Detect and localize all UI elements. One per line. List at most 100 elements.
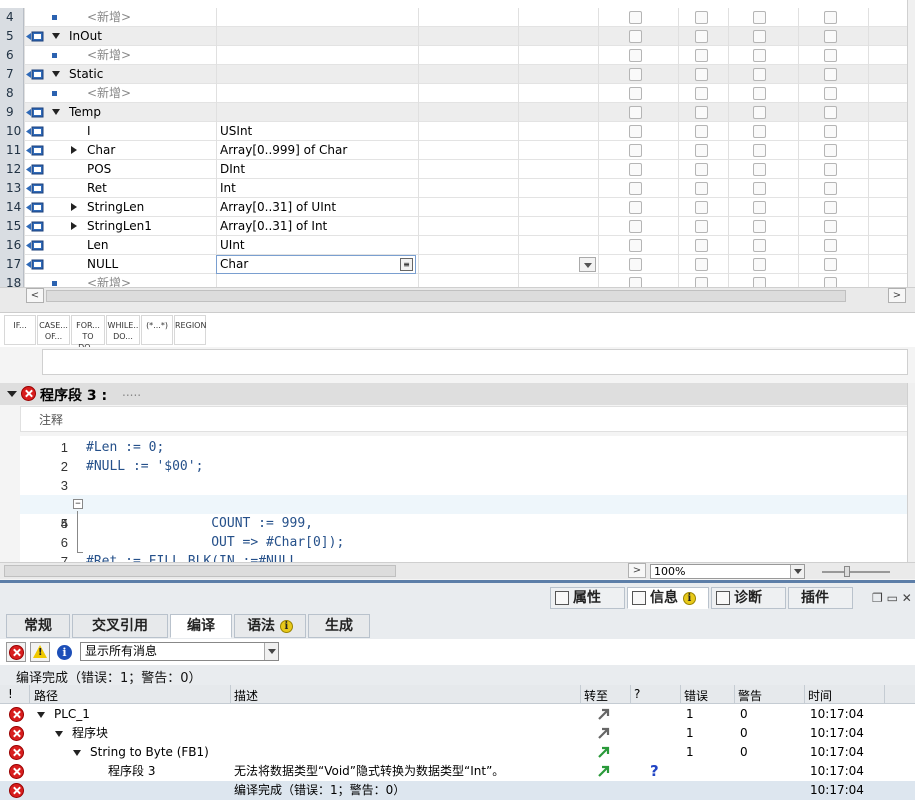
- row-checkbox[interactable]: [695, 258, 708, 271]
- variable-name[interactable]: Static: [69, 65, 103, 84]
- row-number[interactable]: 15: [0, 217, 24, 236]
- column-help[interactable]: ?: [634, 687, 640, 701]
- variable-row[interactable]: 17 NULL Char ≡: [0, 255, 908, 274]
- data-type-editor[interactable]: Char ≡: [216, 255, 416, 274]
- message-filter-select[interactable]: 显示所有消息: [80, 642, 279, 661]
- collapse-icon[interactable]: [52, 71, 60, 77]
- subtab-general[interactable]: 常规: [6, 614, 70, 638]
- variable-row[interactable]: 10 I USInt: [0, 122, 908, 141]
- row-number[interactable]: 17: [0, 255, 24, 274]
- for-button[interactable]: FOR... TO DO...: [71, 315, 105, 352]
- expand-icon[interactable]: [71, 222, 77, 230]
- variable-name[interactable]: StringLen1: [87, 217, 152, 236]
- data-type[interactable]: Array[0..31] of UInt: [220, 198, 336, 217]
- row-checkbox[interactable]: [824, 11, 837, 24]
- row-number[interactable]: 9: [0, 103, 24, 122]
- code-line[interactable]: 4 − #Ret := FILL_BLK(IN :=#NULL,: [20, 495, 908, 562]
- message-row[interactable]: 程序段 3 无法将数据类型“Void”隐式转换为数据类型“Int”。 ? 10:…: [0, 762, 915, 781]
- row-checkbox[interactable]: [695, 49, 708, 62]
- row-number[interactable]: 5: [0, 27, 24, 46]
- row-checkbox[interactable]: [629, 30, 642, 43]
- variable-name[interactable]: InOut: [69, 27, 102, 46]
- column-goto[interactable]: 转至: [584, 687, 608, 704]
- code-line[interactable]: 3: [20, 476, 908, 495]
- scroll-left-button[interactable]: <: [26, 288, 44, 303]
- row-checkbox[interactable]: [695, 30, 708, 43]
- filter-info-button[interactable]: i: [54, 642, 74, 662]
- variable-row[interactable]: 12 POS DInt: [0, 160, 908, 179]
- network-title[interactable]: 程序段 3 :: [40, 385, 107, 405]
- tab-plugins[interactable]: 插件: [788, 587, 853, 609]
- collapse-icon[interactable]: [7, 391, 17, 397]
- row-checkbox[interactable]: [753, 49, 766, 62]
- row-checkbox[interactable]: [824, 182, 837, 195]
- row-number[interactable]: 6: [0, 46, 24, 65]
- expand-icon[interactable]: [71, 146, 77, 154]
- editor-scroll-thumb[interactable]: [4, 565, 396, 577]
- row-checkbox[interactable]: [753, 87, 766, 100]
- row-checkbox[interactable]: [695, 87, 708, 100]
- row-checkbox[interactable]: [753, 163, 766, 176]
- collapse-icon[interactable]: [37, 712, 45, 718]
- variable-name[interactable]: Ret: [87, 179, 107, 198]
- code-line[interactable]: 5 COUNT := 999,: [20, 514, 908, 533]
- comment-block-button[interactable]: (*...*): [141, 315, 173, 345]
- window-controls-icon[interactable]: ❐ ▭ ✕: [872, 591, 912, 605]
- goto-arrow-icon[interactable]: [597, 726, 611, 740]
- row-checkbox[interactable]: [753, 182, 766, 195]
- row-number[interactable]: 11: [0, 141, 24, 160]
- column-time[interactable]: 时间: [808, 687, 832, 704]
- column-warnings[interactable]: 警告: [738, 687, 762, 704]
- vertical-scrollbar[interactable]: [907, 0, 915, 287]
- scl-code-editor[interactable]: 1 #Len := 0; 2 #NULL := '$00'; 3 4 − #Ret …: [20, 436, 908, 562]
- row-checkbox[interactable]: [629, 163, 642, 176]
- collapse-icon[interactable]: [73, 750, 81, 756]
- subtab-compile[interactable]: 编译: [170, 614, 232, 638]
- message-row[interactable]: String to Byte (FB1) 1 0 10:17:04: [0, 743, 915, 762]
- variable-row[interactable]: 8 <新增>: [0, 84, 908, 103]
- variable-row[interactable]: 7 Static: [0, 65, 908, 84]
- variable-row[interactable]: 14 StringLen Array[0..31] of UInt: [0, 198, 908, 217]
- row-checkbox[interactable]: [695, 182, 708, 195]
- zoom-slider-handle[interactable]: [844, 566, 850, 577]
- row-number[interactable]: 12: [0, 160, 24, 179]
- variable-row[interactable]: 18 <新增>: [0, 274, 908, 287]
- row-checkbox[interactable]: [753, 144, 766, 157]
- row-checkbox[interactable]: [753, 220, 766, 233]
- row-checkbox[interactable]: [629, 11, 642, 24]
- expand-icon[interactable]: [71, 203, 77, 211]
- row-checkbox[interactable]: [629, 277, 642, 287]
- row-checkbox[interactable]: [695, 68, 708, 81]
- zoom-select[interactable]: 100%: [650, 564, 805, 579]
- row-checkbox[interactable]: [824, 106, 837, 119]
- column-errors[interactable]: 错误: [684, 687, 708, 704]
- variable-row[interactable]: 11 Char Array[0..999] of Char: [0, 141, 908, 160]
- row-checkbox[interactable]: [824, 239, 837, 252]
- subtab-cross-reference[interactable]: 交叉引用: [72, 614, 168, 638]
- message-row[interactable]: 编译完成（错误：1；警告：0） 10:17:04: [0, 781, 915, 800]
- row-checkbox[interactable]: [695, 11, 708, 24]
- row-checkbox[interactable]: [629, 49, 642, 62]
- data-type[interactable]: UInt: [220, 236, 245, 255]
- row-checkbox[interactable]: [824, 87, 837, 100]
- variable-name[interactable]: I: [87, 122, 91, 141]
- row-checkbox[interactable]: [629, 144, 642, 157]
- filter-warnings-button[interactable]: !: [30, 642, 50, 662]
- row-number[interactable]: 13: [0, 179, 24, 198]
- row-checkbox[interactable]: [753, 201, 766, 214]
- row-checkbox[interactable]: [629, 106, 642, 119]
- variable-row[interactable]: 16 Len UInt: [0, 236, 908, 255]
- row-number[interactable]: 7: [0, 65, 24, 84]
- fold-toggle-icon[interactable]: −: [73, 499, 83, 509]
- code-line[interactable]: 6 OUT => #Char[0]);: [20, 533, 908, 552]
- variable-name[interactable]: NULL: [87, 255, 118, 274]
- row-checkbox[interactable]: [695, 220, 708, 233]
- variable-name[interactable]: POS: [87, 160, 111, 179]
- collapse-icon[interactable]: [52, 109, 60, 115]
- editor-splitter[interactable]: [0, 304, 915, 313]
- row-checkbox[interactable]: [695, 106, 708, 119]
- code-line[interactable]: 2 #NULL := '$00';: [20, 457, 908, 476]
- tab-diagnostics[interactable]: 诊断: [711, 587, 786, 609]
- block-comment-field[interactable]: [42, 349, 908, 375]
- case-button[interactable]: CASE... OF...: [37, 315, 70, 345]
